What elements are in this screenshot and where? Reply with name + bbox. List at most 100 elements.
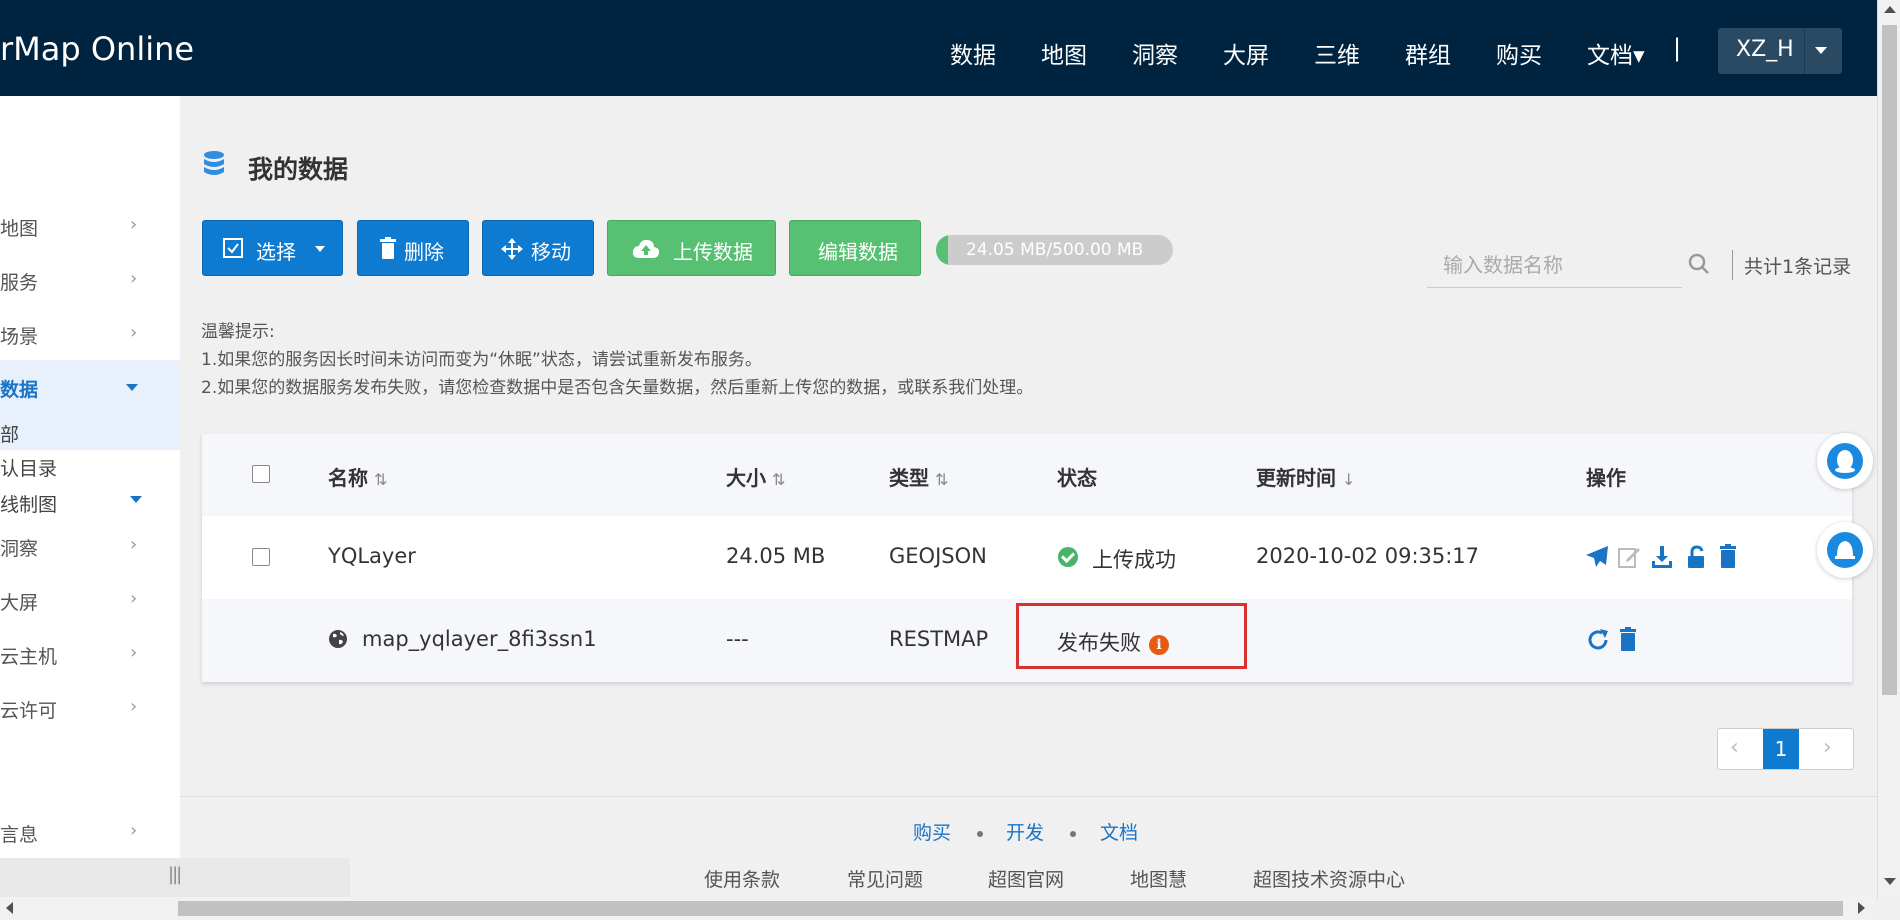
chat-support-button[interactable] <box>1817 433 1873 489</box>
prev-page-icon[interactable]: ‹ <box>1730 735 1739 760</box>
select-all-checkbox[interactable] <box>252 465 270 483</box>
column-header-updated[interactable]: 更新时间 ↓ <box>1256 462 1355 491</box>
cloud-upload-icon <box>632 239 660 258</box>
sidebar-subitem-default-dir[interactable]: 认目录 <box>0 454 57 481</box>
scrollbar-thumb[interactable] <box>178 901 1843 916</box>
page-number-current[interactable]: 1 <box>1763 729 1799 769</box>
scroll-right-arrow-icon[interactable] <box>1858 902 1865 914</box>
sidebar-item-data[interactable]: 数据 <box>0 360 180 416</box>
feedback-button[interactable] <box>1817 522 1873 578</box>
footer-link-terms[interactable]: 使用条款 <box>704 865 780 892</box>
nav-data[interactable]: 数据 <box>950 36 996 70</box>
cell-size: 24.05 MB <box>726 544 826 568</box>
sidebar-subitem-all[interactable]: 部 <box>0 416 180 450</box>
trash-icon[interactable] <box>1716 544 1740 568</box>
storage-usage-bar: 24.05 MB/500.00 MB <box>936 235 1173 265</box>
sidebar-item-info[interactable]: 言息 › <box>0 812 180 852</box>
user-menu-button[interactable]: XZ_H <box>1718 28 1842 74</box>
chevron-right-icon: › <box>130 268 138 289</box>
footer-link-dev[interactable]: 开发 <box>1006 818 1044 845</box>
sort-desc-icon[interactable]: ↓ <box>1342 470 1355 489</box>
sidebar-item-cloud-host[interactable]: 云主机 › <box>0 634 180 674</box>
column-header-label: 大小 <box>726 466 766 490</box>
edit-data-button[interactable]: 编辑数据 <box>789 220 921 276</box>
edit-button-label: 编辑数据 <box>818 240 898 264</box>
nav-map[interactable]: 地图 <box>1041 36 1087 70</box>
sidebar-item-scenes[interactable]: 场景 › <box>0 314 180 354</box>
pagination: ‹ 1 › <box>1717 728 1854 770</box>
row-checkbox[interactable] <box>252 548 270 566</box>
footer-link-dituhui[interactable]: 地图慧 <box>1130 865 1187 892</box>
checkbox-icon <box>223 238 243 258</box>
status-highlight-box <box>1016 603 1247 669</box>
horizontal-scrollbar[interactable] <box>0 897 1877 920</box>
brand-logo-text[interactable]: rMap Online <box>0 30 194 68</box>
caret-down-icon <box>130 496 142 503</box>
sidebar-item-insight[interactable]: 洞察 › <box>0 526 180 566</box>
sidebar-resize-bar[interactable]: ||| <box>0 858 350 897</box>
download-icon[interactable] <box>1650 545 1674 569</box>
column-header-name[interactable]: 名称 ⇅ <box>328 462 387 491</box>
nav-separator: | <box>1673 34 1682 62</box>
chevron-right-icon: › <box>130 322 138 343</box>
sidebar-subitem-label: 线制图 <box>0 494 58 516</box>
search-icon[interactable] <box>1688 253 1710 275</box>
resize-grip-icon[interactable]: ||| <box>168 864 182 885</box>
footer-link-official-site[interactable]: 超图官网 <box>988 865 1064 892</box>
sidebar: 地图 › 服务 › 场景 › 数据 部 认目录 线制图 洞察 › 大屏 › 云主… <box>0 96 180 897</box>
next-page-icon[interactable]: › <box>1823 735 1832 760</box>
column-header-status: 状态 <box>1057 466 1097 490</box>
select-dropdown-button[interactable]: 选择 <box>202 220 343 276</box>
scroll-down-arrow-icon[interactable] <box>1884 878 1896 885</box>
sidebar-item-label: 洞察 <box>0 538 39 560</box>
caret-down-icon <box>315 246 325 252</box>
sort-icon[interactable]: ⇅ <box>772 470 785 489</box>
sidebar-item-services[interactable]: 服务 › <box>0 260 180 300</box>
column-header-actions: 操作 <box>1586 466 1626 490</box>
footer-link-faq[interactable]: 常见问题 <box>847 865 923 892</box>
scrollbar-thumb[interactable] <box>1882 25 1897 695</box>
footer-link-resources[interactable]: 超图技术资源中心 <box>1253 865 1405 892</box>
column-header-label: 名称 <box>328 466 368 490</box>
nav-groups[interactable]: 群组 <box>1405 36 1451 70</box>
chevron-down-icon[interactable] <box>1815 47 1827 54</box>
sort-icon[interactable]: ⇅ <box>935 470 948 489</box>
unlock-icon[interactable] <box>1684 545 1708 569</box>
scroll-left-arrow-icon[interactable] <box>6 902 13 914</box>
storage-usage-label: 24.05 MB/500.00 MB <box>966 240 1144 260</box>
refresh-icon[interactable] <box>1586 628 1610 652</box>
search-input[interactable] <box>1427 242 1682 288</box>
cell-status: 上传成功 <box>1092 548 1176 572</box>
nav-insight[interactable]: 洞察 <box>1132 36 1178 70</box>
delete-button-label: 删除 <box>404 240 444 264</box>
upload-data-button[interactable]: 上传数据 <box>607 220 776 276</box>
nav-docs[interactable]: 文档▾ <box>1587 36 1645 70</box>
sidebar-item-cloud-license[interactable]: 云许可 › <box>0 688 180 728</box>
sort-icon[interactable]: ⇅ <box>374 470 387 489</box>
footer-link-buy[interactable]: 购买 <box>913 818 951 845</box>
scroll-up-arrow-icon[interactable] <box>1884 6 1896 13</box>
trash-icon[interactable] <box>1616 627 1640 651</box>
chevron-right-icon: › <box>130 214 138 235</box>
footer-link-docs[interactable]: 文档 <box>1100 818 1138 845</box>
sidebar-subitem-online-mapping[interactable]: 线制图 <box>0 490 180 520</box>
vertical-scrollbar[interactable] <box>1877 0 1900 900</box>
move-button[interactable]: 移动 <box>482 220 594 276</box>
storage-usage-fill <box>936 235 948 265</box>
column-header-type[interactable]: 类型 ⇅ <box>889 462 948 491</box>
column-header-size[interactable]: 大小 ⇅ <box>726 462 785 491</box>
cell-name[interactable]: YQLayer <box>328 544 416 568</box>
sidebar-item-bigscreen[interactable]: 大屏 › <box>0 580 180 620</box>
select-button-label: 选择 <box>256 240 296 264</box>
table-row[interactable]: YQLayer 24.05 MB GEOJSON 上传成功 2020-10-02… <box>202 516 1852 599</box>
publish-send-icon[interactable] <box>1585 545 1609 569</box>
nav-buy[interactable]: 购买 <box>1496 36 1542 70</box>
nav-3d[interactable]: 三维 <box>1314 36 1360 70</box>
sidebar-item-maps[interactable]: 地图 › <box>0 206 180 246</box>
sidebar-item-label: 数据 <box>0 379 39 401</box>
edit-icon[interactable] <box>1617 545 1641 569</box>
cell-name[interactable]: map_yqlayer_8fi3ssn1 <box>362 627 597 651</box>
record-count: 共计1条记录 <box>1744 256 1852 278</box>
nav-bigscreen[interactable]: 大屏 <box>1223 36 1269 70</box>
delete-button[interactable]: 删除 <box>357 220 469 276</box>
